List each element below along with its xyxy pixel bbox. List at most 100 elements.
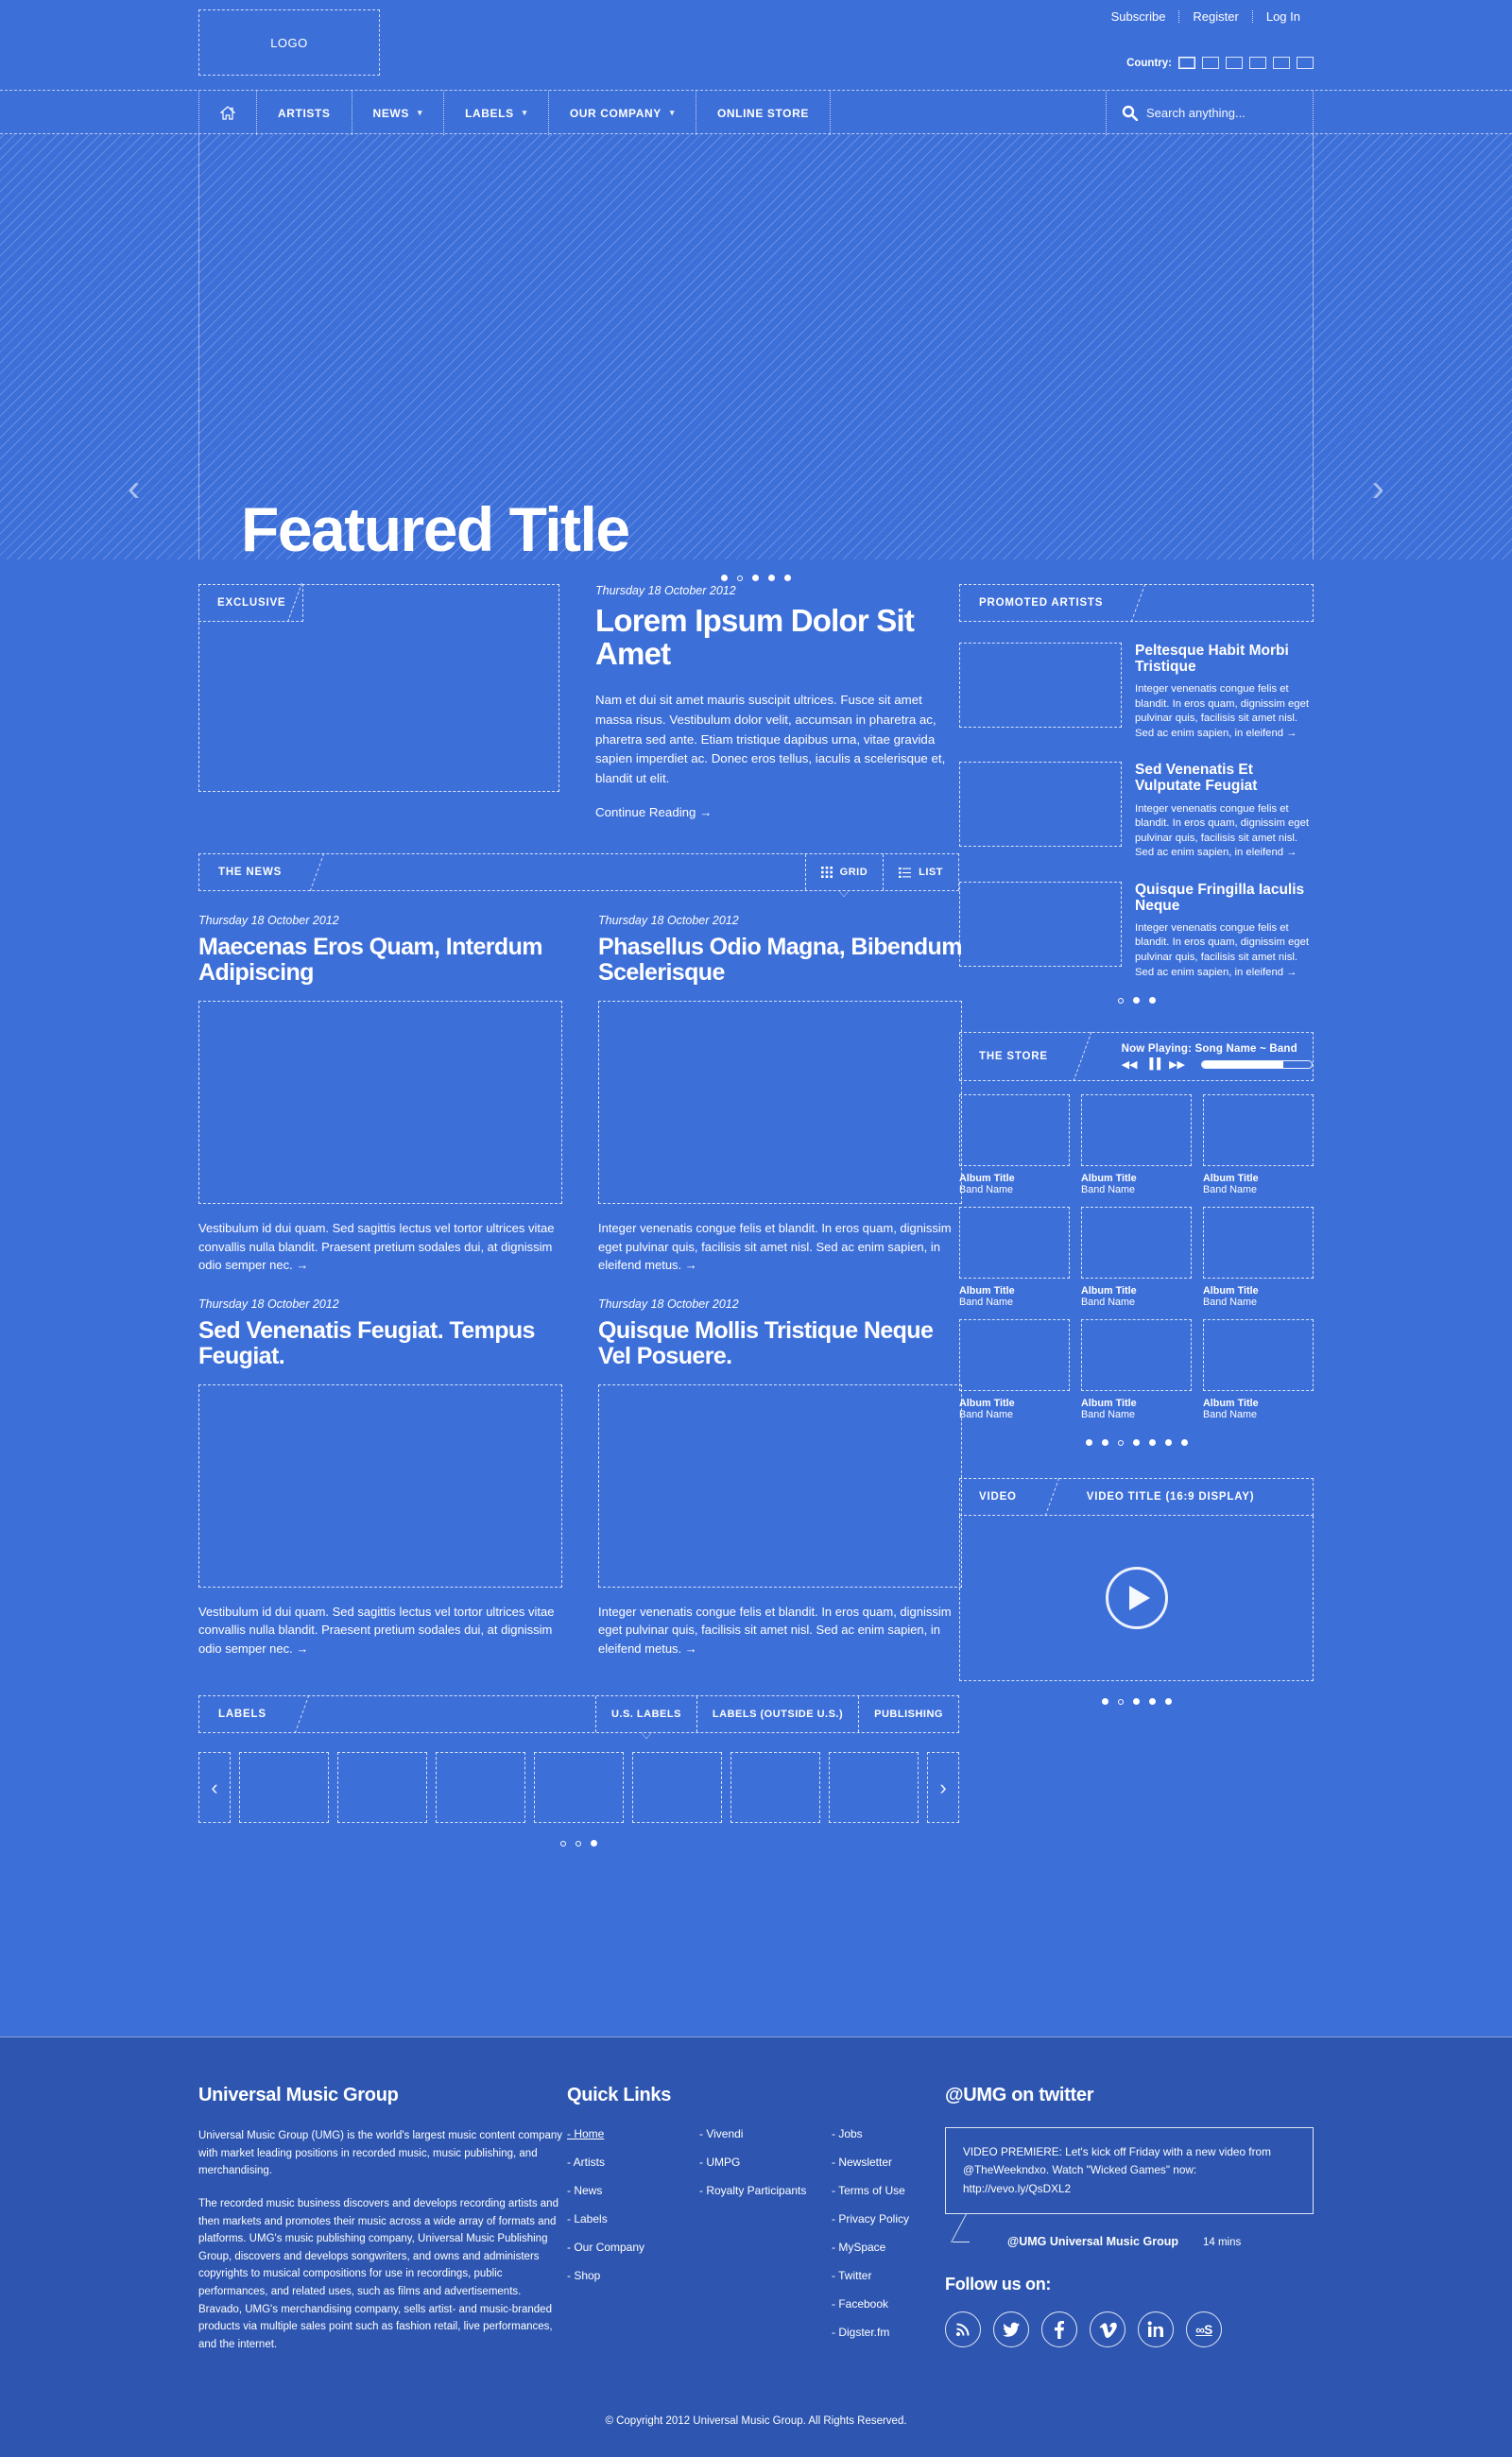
continue-reading-link[interactable]: Continue Reading → [595, 805, 712, 819]
footer-link-shop[interactable]: - Shop [567, 2269, 679, 2283]
label-logo-cell[interactable] [436, 1752, 525, 1824]
news-title[interactable]: Maecenas Eros Quam, Interdum Adipiscing [198, 935, 562, 986]
news-thumbnail[interactable] [598, 1383, 962, 1588]
country-flag-5[interactable] [1273, 57, 1290, 69]
register-link[interactable]: Register [1179, 9, 1251, 24]
label-logo-cell[interactable] [239, 1752, 329, 1824]
country-flag-6[interactable] [1297, 57, 1314, 69]
album-artwork[interactable] [1081, 1094, 1192, 1167]
article-title[interactable]: Lorem Ipsum Dolor Sit Amet [595, 604, 959, 670]
video-dot[interactable] [1101, 1698, 1108, 1706]
next-track-icon[interactable]: ▶▶ [1169, 1058, 1185, 1071]
nav-item-labels[interactable]: LABELS ▾ [444, 91, 549, 135]
store-pagination-dots[interactable] [959, 1439, 1314, 1447]
labels-dot-active[interactable] [591, 1840, 597, 1847]
promoted-artist-item[interactable]: Peltesque Habit Morbi Tristique Integer … [959, 643, 1314, 741]
footer-link-facebook[interactable]: - Facebook [832, 2297, 943, 2311]
album-item[interactable]: Album Title Band Name [959, 1207, 1070, 1308]
promoted-dot[interactable] [1148, 997, 1156, 1005]
footer-link-artists[interactable]: - Artists [567, 2156, 679, 2170]
album-artwork[interactable] [1081, 1319, 1192, 1392]
album-artwork[interactable] [959, 1207, 1070, 1280]
video-pagination-dots[interactable] [959, 1698, 1314, 1706]
promoted-artist-item[interactable]: Quisque Fringilla Iaculis Neque Integer … [959, 881, 1314, 980]
nav-item-online-store[interactable]: ONLINE STORE [696, 91, 831, 135]
labels-tab-us[interactable]: U.S. LABELS [594, 1696, 696, 1740]
labels-dot[interactable] [576, 1840, 581, 1847]
album-artwork[interactable] [959, 1094, 1070, 1167]
footer-link-home[interactable]: - Home [567, 2127, 679, 2141]
view-toggle-list[interactable]: LIST [883, 854, 958, 891]
artist-thumbnail[interactable] [959, 643, 1122, 728]
album-item[interactable]: Album Title Band Name [1081, 1319, 1192, 1420]
login-link[interactable]: Log In [1253, 9, 1314, 24]
nav-item-our-company[interactable]: OUR COMPANY ▾ [549, 91, 696, 135]
country-flag-3[interactable] [1226, 57, 1243, 69]
footer-link-jobs[interactable]: - Jobs [832, 2127, 943, 2141]
store-dot-active[interactable] [1117, 1439, 1124, 1446]
hero-next-arrow[interactable]: › [1372, 470, 1384, 507]
vimeo-icon[interactable] [1090, 2311, 1125, 2348]
footer-link-vivendi[interactable]: - Vivendi [699, 2127, 811, 2141]
pause-icon[interactable]: ▐▐ [1145, 1058, 1160, 1070]
video-dot[interactable] [1132, 1698, 1140, 1706]
linkedin-icon[interactable] [1138, 2311, 1174, 2348]
playback-progress-bar[interactable] [1201, 1059, 1313, 1069]
album-artwork[interactable] [1203, 1094, 1314, 1167]
store-dot[interactable] [1085, 1439, 1092, 1447]
footer-link-myspace[interactable]: - MySpace [832, 2241, 943, 2255]
promoted-dot-active[interactable] [1117, 997, 1124, 1004]
album-artwork[interactable] [1203, 1319, 1314, 1392]
album-item[interactable]: Album Title Band Name [1203, 1094, 1314, 1195]
footer-link-our-company[interactable]: - Our Company [567, 2241, 679, 2255]
footer-link-royalty-participants[interactable]: - Royalty Participants [699, 2184, 811, 2198]
labels-pagination-dots[interactable] [198, 1840, 959, 1847]
country-flag-4[interactable] [1249, 57, 1266, 69]
footer-link-digster[interactable]: - Digster.fm [832, 2326, 943, 2340]
footer-link-labels[interactable]: - Labels [567, 2212, 679, 2226]
labels-next-arrow[interactable]: › [927, 1752, 959, 1824]
label-logo-cell[interactable] [534, 1752, 624, 1824]
album-item[interactable]: Album Title Band Name [1203, 1207, 1314, 1308]
footer-link-newsletter[interactable]: - Newsletter [832, 2156, 943, 2170]
store-dot[interactable] [1148, 1439, 1156, 1447]
twitter-icon[interactable] [993, 2311, 1029, 2348]
video-player-stage[interactable] [959, 1516, 1314, 1682]
album-item[interactable]: Album Title Band Name [959, 1094, 1070, 1195]
store-dot[interactable] [1132, 1439, 1140, 1447]
store-dot[interactable] [1180, 1439, 1188, 1447]
album-artwork[interactable] [1081, 1207, 1192, 1280]
footer-link-privacy-policy[interactable]: - Privacy Policy [832, 2212, 943, 2226]
footer-link-terms-of-use[interactable]: - Terms of Use [832, 2184, 943, 2198]
labels-tab-outside-us[interactable]: LABELS (OUTSIDE U.S.) [696, 1696, 858, 1733]
album-artwork[interactable] [1203, 1207, 1314, 1280]
labels-dot[interactable] [560, 1840, 566, 1847]
search-box[interactable] [1106, 91, 1314, 135]
label-logo-cell[interactable] [632, 1752, 722, 1824]
lastfm-icon[interactable]: ∞S [1186, 2311, 1222, 2348]
news-thumbnail[interactable] [598, 1001, 962, 1205]
promoted-dot[interactable] [1132, 997, 1140, 1005]
store-dot[interactable] [1101, 1439, 1108, 1447]
rss-icon[interactable] [945, 2311, 981, 2348]
nav-item-home[interactable] [198, 91, 257, 135]
nav-item-artists[interactable]: ARTISTS [257, 91, 352, 135]
news-thumbnail[interactable] [198, 1001, 562, 1205]
hero-prev-arrow[interactable]: ‹ [128, 470, 140, 507]
store-dot[interactable] [1164, 1439, 1172, 1447]
label-logo-cell[interactable] [337, 1752, 427, 1824]
prev-track-icon[interactable]: ◀◀ [1122, 1058, 1138, 1071]
exclusive-media[interactable]: EXCLUSIVE [198, 584, 559, 792]
artist-thumbnail[interactable] [959, 881, 1122, 967]
facebook-icon[interactable] [1041, 2311, 1077, 2348]
search-input[interactable] [1146, 106, 1297, 120]
album-item[interactable]: Album Title Band Name [1081, 1207, 1192, 1308]
labels-prev-arrow[interactable]: ‹ [198, 1752, 231, 1824]
footer-link-twitter[interactable]: - Twitter [832, 2269, 943, 2283]
video-dot[interactable] [1148, 1698, 1156, 1706]
view-toggle-grid[interactable]: GRID [804, 854, 884, 898]
video-dot[interactable] [1164, 1698, 1172, 1706]
play-icon[interactable] [1105, 1567, 1168, 1630]
country-flag-2[interactable] [1202, 57, 1219, 69]
subscribe-link[interactable]: Subscribe [1098, 9, 1179, 24]
